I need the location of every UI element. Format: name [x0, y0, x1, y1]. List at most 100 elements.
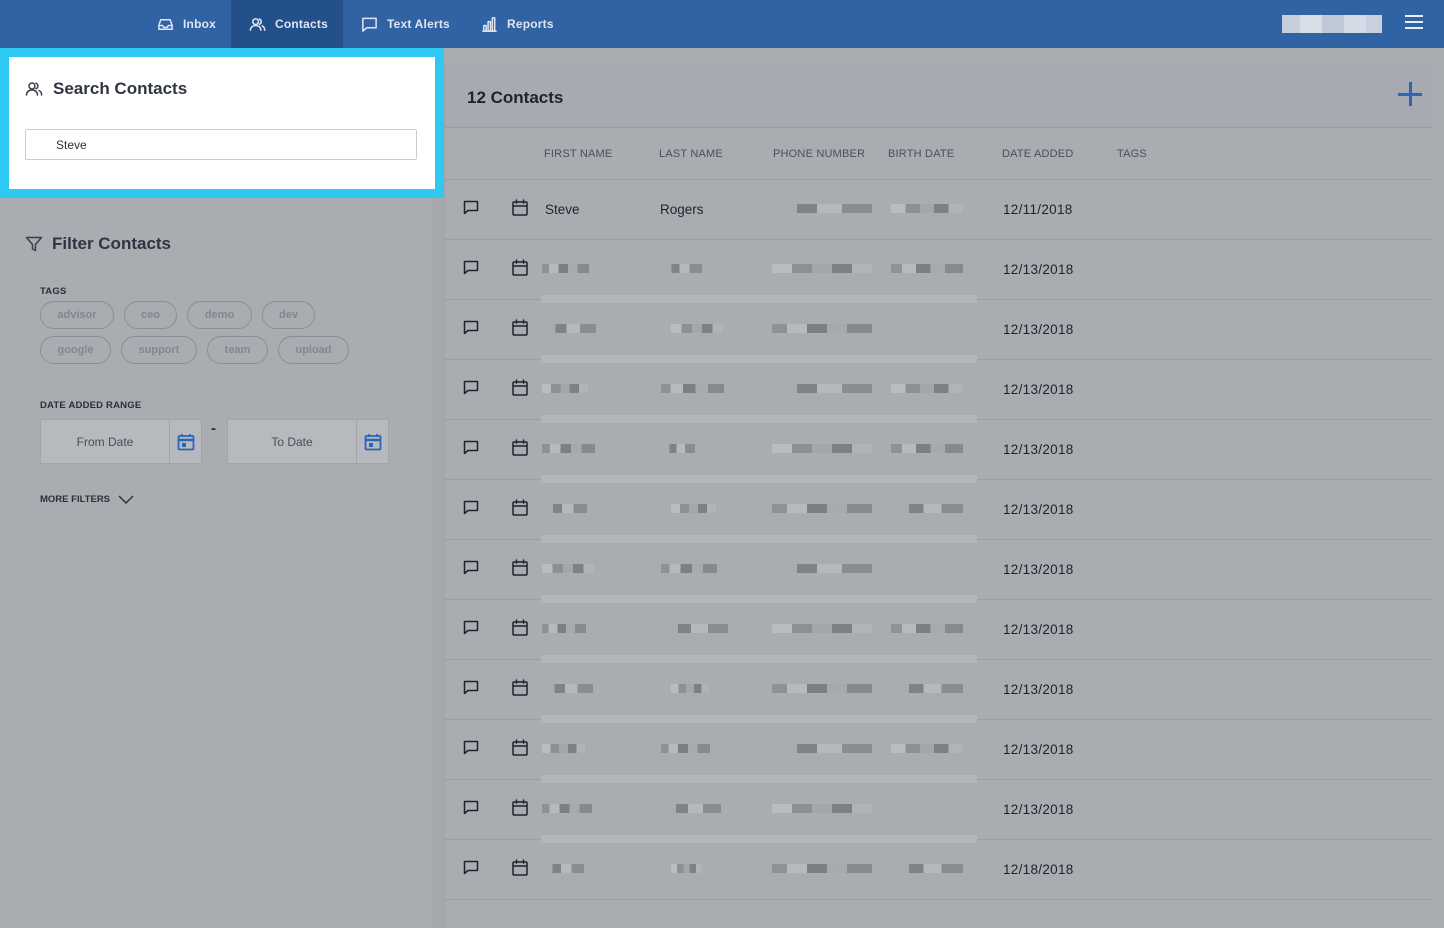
hamburger-icon[interactable] [1405, 15, 1423, 29]
search-input[interactable] [25, 129, 417, 160]
column-header-birth-date[interactable]: BIRTH DATE [888, 148, 954, 160]
to-date-picker-button[interactable] [356, 420, 388, 463]
redacted-phone-number [772, 744, 872, 753]
tag-chip-support[interactable]: support [121, 336, 197, 364]
redacted-last-name [661, 384, 724, 393]
tag-chip-advisor[interactable]: advisor [40, 301, 114, 329]
tag-chip-ceo[interactable]: ceo [124, 301, 177, 329]
message-icon[interactable] [463, 860, 479, 876]
contact-row[interactable]: Steve Rogers 12/11/2018 [445, 180, 1433, 240]
redacted-first-name [542, 264, 589, 273]
calendar-icon[interactable] [512, 379, 528, 396]
more-filters-toggle[interactable]: MORE FILTERS [40, 493, 134, 505]
calendar-icon[interactable] [512, 859, 528, 876]
tag-chip-team[interactable]: team [207, 336, 268, 364]
tag-chip-upload[interactable]: upload [278, 336, 349, 364]
redacted-phone-number [772, 324, 872, 333]
filter-title-text: Filter Contacts [52, 234, 172, 253]
redacted-birth-date [891, 444, 963, 453]
message-icon[interactable] [463, 320, 479, 336]
redacted-phone-number [772, 624, 872, 633]
message-icon[interactable] [463, 200, 479, 216]
calendar-icon[interactable] [512, 799, 528, 816]
column-header-last-name[interactable]: LAST NAME [659, 148, 723, 160]
from-date-field[interactable]: From Date [40, 419, 202, 464]
user-account-menu[interactable] [1282, 15, 1382, 33]
message-icon[interactable] [463, 680, 479, 696]
redacted-last-name [661, 444, 695, 453]
redacted-first-name [542, 384, 588, 393]
from-date-picker-button[interactable] [169, 420, 201, 463]
tags-label: TAGS [40, 286, 67, 297]
calendar-icon[interactable] [512, 319, 528, 336]
tab-contacts-label: Contacts [275, 17, 328, 31]
tag-chip-demo[interactable]: demo [187, 301, 252, 329]
chat-icon [362, 17, 377, 32]
calendar-icon[interactable] [512, 679, 528, 696]
redacted-last-name [671, 324, 723, 333]
message-icon[interactable] [463, 380, 479, 396]
calendar-icon[interactable] [512, 439, 528, 456]
tab-reports-label: Reports [507, 17, 554, 31]
redacted-phone-number [772, 444, 872, 453]
contact-row[interactable]: 12/13/2018 [445, 600, 1433, 663]
add-contact-button[interactable] [1398, 82, 1422, 106]
column-header-first-name[interactable]: FIRST NAME [544, 148, 612, 160]
date-added-cell: 12/13/2018 [1003, 562, 1074, 577]
column-header-tags[interactable]: TAGS [1117, 148, 1147, 160]
message-icon[interactable] [463, 440, 479, 456]
tab-contacts[interactable]: Contacts [231, 0, 343, 48]
contacts-icon [25, 82, 43, 96]
calendar-icon[interactable] [512, 259, 528, 276]
contact-row[interactable]: 12/13/2018 [445, 540, 1433, 603]
redacted-last-name [671, 864, 702, 873]
tab-text-alerts[interactable]: Text Alerts [343, 0, 463, 48]
column-header-phone-number[interactable]: PHONE NUMBER [773, 148, 865, 160]
redacted-first-name [542, 804, 592, 813]
contact-row[interactable]: 12/13/2018 [445, 480, 1433, 543]
redacted-birth-date [891, 684, 963, 693]
date-added-cell: 12/13/2018 [1003, 262, 1074, 277]
date-added-cell: 12/13/2018 [1003, 322, 1074, 337]
date-added-cell: 12/13/2018 [1003, 742, 1074, 757]
redacted-phone-number [772, 204, 872, 213]
calendar-icon[interactable] [512, 559, 528, 576]
date-range-separator: - [211, 420, 216, 437]
redacted-phone-number [772, 504, 872, 513]
to-date-placeholder[interactable]: To Date [228, 420, 356, 463]
contact-row[interactable]: 12/13/2018 [445, 240, 1433, 303]
calendar-icon[interactable] [512, 619, 528, 636]
message-icon[interactable] [463, 800, 479, 816]
message-icon[interactable] [463, 500, 479, 516]
search-title-text: Search Contacts [53, 79, 188, 98]
message-icon[interactable] [463, 260, 479, 276]
message-icon[interactable] [463, 620, 479, 636]
redacted-first-name [542, 864, 584, 873]
date-added-cell: 12/11/2018 [1003, 202, 1073, 217]
contact-row[interactable]: 12/13/2018 [445, 780, 1433, 843]
tag-chip-google[interactable]: google [40, 336, 111, 364]
redacted-birth-date [891, 624, 963, 633]
from-date-placeholder[interactable]: From Date [41, 420, 169, 463]
contact-row[interactable]: 12/13/2018 [445, 360, 1433, 423]
message-icon[interactable] [463, 740, 479, 756]
tag-chip-dev[interactable]: dev [262, 301, 315, 329]
column-header-date-added[interactable]: DATE ADDED [1002, 148, 1073, 160]
contact-row[interactable]: 12/18/2018 [445, 840, 1433, 900]
calendar-icon[interactable] [512, 499, 528, 516]
calendar-icon[interactable] [512, 199, 528, 216]
tab-inbox[interactable]: Inbox [139, 0, 231, 48]
message-icon[interactable] [463, 560, 479, 576]
contact-row[interactable]: 12/13/2018 [445, 720, 1433, 783]
more-filters-label: MORE FILTERS [40, 493, 111, 505]
contact-row[interactable]: 12/13/2018 [445, 300, 1433, 363]
contacts-list-panel: 12 Contacts FIRST NAME LAST NAME PHONE N… [444, 62, 1433, 928]
redacted-first-name [542, 744, 585, 753]
tab-reports[interactable]: Reports [463, 0, 573, 48]
to-date-field[interactable]: To Date [227, 419, 389, 464]
calendar-icon[interactable] [512, 739, 528, 756]
contact-row[interactable]: 12/13/2018 [445, 660, 1433, 723]
tab-inbox-label: Inbox [183, 17, 216, 31]
date-added-cell: 12/13/2018 [1003, 382, 1074, 397]
contact-row[interactable]: 12/13/2018 [445, 420, 1433, 483]
